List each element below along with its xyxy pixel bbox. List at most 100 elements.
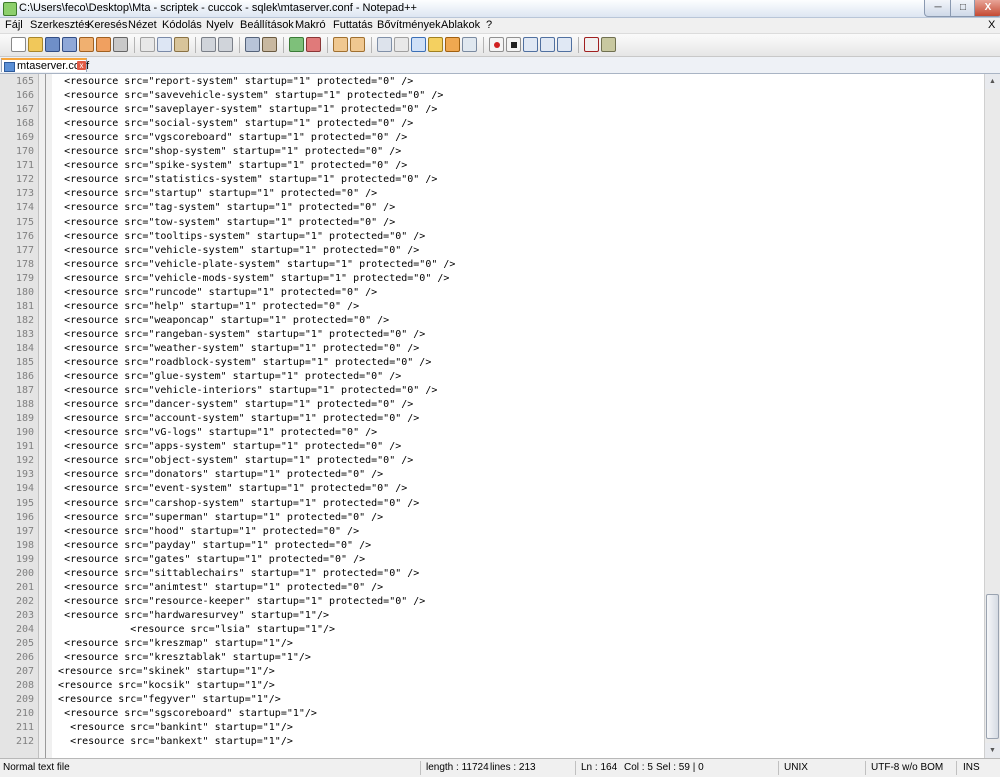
close-icon[interactable] [79,37,94,52]
open-file-icon[interactable] [28,37,43,52]
menu-settings[interactable]: Beállítások [240,19,294,31]
scroll-down-arrow[interactable]: ▼ [985,743,1000,758]
menu-file[interactable]: Fájl [5,19,23,31]
play-macro-icon[interactable] [523,37,538,52]
code-line: <resource src="social-system" startup="1… [40,118,414,130]
maximize-button[interactable]: □ [950,0,976,17]
close-document-x[interactable]: X [988,19,995,31]
menu-plugins[interactable]: Bővítmények [377,19,441,31]
line-number: 188 [15,399,34,411]
line-number: 189 [15,413,34,425]
word-wrap-icon[interactable] [377,37,392,52]
line-number: 182 [15,314,34,326]
cut-icon[interactable] [140,37,155,52]
status-eol[interactable]: UNIX [784,762,808,773]
line-number: 202 [15,595,34,607]
print-icon[interactable] [113,37,128,52]
close-all-icon[interactable] [96,37,111,52]
code-line: <resource src="skinek" startup="1"/> [40,666,275,678]
udl-icon[interactable] [428,37,443,52]
menu-encoding[interactable]: Kódolás [162,19,202,31]
find-icon[interactable] [245,37,260,52]
tab-close-icon[interactable]: x [77,61,86,70]
line-number: 199 [15,553,34,565]
code-line: <resource src="help" startup="1" protect… [40,300,360,312]
copy-icon[interactable] [157,37,172,52]
close-window-button[interactable]: X [974,0,1000,17]
record-macro-icon[interactable] [489,37,504,52]
status-encoding[interactable]: UTF-8 w/o BOM [871,762,943,773]
toolbar-separator [483,37,484,53]
line-number: 206 [15,652,34,664]
code-line: <resource src="vgscoreboard" startup="1"… [40,132,408,144]
line-number: 207 [15,666,34,678]
code-line: <resource src="savevehicle-system" start… [40,90,444,102]
line-number: 197 [15,525,34,537]
sync-h-icon[interactable] [350,37,365,52]
line-number: 183 [15,328,34,340]
line-number: 165 [15,76,34,87]
code-line: <resource src="shop-system" startup="1" … [40,146,402,158]
code-line: <resource src="statistics-system" startu… [40,174,438,186]
toolbar-separator [134,37,135,53]
save-icon[interactable] [45,37,60,52]
line-number: 194 [15,483,34,495]
new-file-icon[interactable] [11,37,26,52]
code-line: <resource src="rangeban-system" startup=… [40,328,426,340]
save-all-icon[interactable] [62,37,77,52]
spellcheck-icon[interactable] [584,37,599,52]
vertical-scrollbar[interactable]: ▲ ▼ [984,74,1000,758]
tab-mtaserver-conf[interactable]: mtaserver.conf x [1,58,89,72]
code-line: <resource src="carshop-system" startup="… [40,497,420,509]
status-divider [420,761,421,775]
scrollbar-thumb[interactable] [986,594,999,739]
undo-icon[interactable] [201,37,216,52]
code-line: <resource src="apps-system" startup="1" … [40,441,402,453]
function-list-icon[interactable] [462,37,477,52]
line-number: 181 [15,300,34,312]
sync-v-icon[interactable] [333,37,348,52]
play-multi-macro-icon[interactable] [540,37,555,52]
status-divider [956,761,957,775]
code-line: <resource src="hardwaresurvey" startup="… [40,609,329,621]
zoom-in-icon[interactable] [289,37,304,52]
code-line: <resource src="hood" startup="1" protect… [40,525,360,537]
status-lines: lines : 213 [490,762,536,773]
menu-help[interactable]: ? [486,19,492,31]
scroll-up-arrow[interactable]: ▲ [985,74,1000,89]
status-sel: Sel : 59 | 0 [656,762,704,773]
show-all-chars-icon[interactable] [394,37,409,52]
line-number: 193 [15,469,34,481]
redo-icon[interactable] [218,37,233,52]
line-number: 211 [15,722,34,734]
code-line: <resource src="vehicle-plate-system" sta… [40,258,456,270]
indent-guide-icon[interactable] [411,37,426,52]
save-macro-icon[interactable] [557,37,572,52]
line-number: 185 [15,357,34,368]
status-ins-mode[interactable]: INS [963,762,980,773]
notepadpp-app-icon[interactable] [3,2,17,16]
menu-edit[interactable]: Szerkesztés [30,19,90,31]
menu-window[interactable]: Ablakok [441,19,480,31]
stop-macro-icon[interactable] [506,37,521,52]
menu-language[interactable]: Nyelv [206,19,234,31]
code-line: <resource src="report-system" startup="1… [40,76,414,87]
line-number: 186 [15,371,34,383]
line-number: 187 [15,385,34,397]
menu-run[interactable]: Futtatás [333,19,373,31]
line-number: 166 [15,90,34,102]
menu-view[interactable]: Nézet [128,19,157,31]
editor-area[interactable]: 165 <resource src="report-system" startu… [0,74,984,758]
zoom-out-icon[interactable] [306,37,321,52]
line-number: 205 [15,638,34,649]
replace-icon[interactable] [262,37,277,52]
menu-macro[interactable]: Makró [295,19,326,31]
paste-icon[interactable] [174,37,189,52]
doc-map-icon[interactable] [445,37,460,52]
line-number: 184 [15,342,34,354]
menu-search[interactable]: Keresés [87,19,127,31]
plugin-icon[interactable] [601,37,616,52]
line-number: 170 [15,146,34,158]
minimize-button[interactable]: ─ [924,0,952,17]
toolbar-separator [578,37,579,53]
